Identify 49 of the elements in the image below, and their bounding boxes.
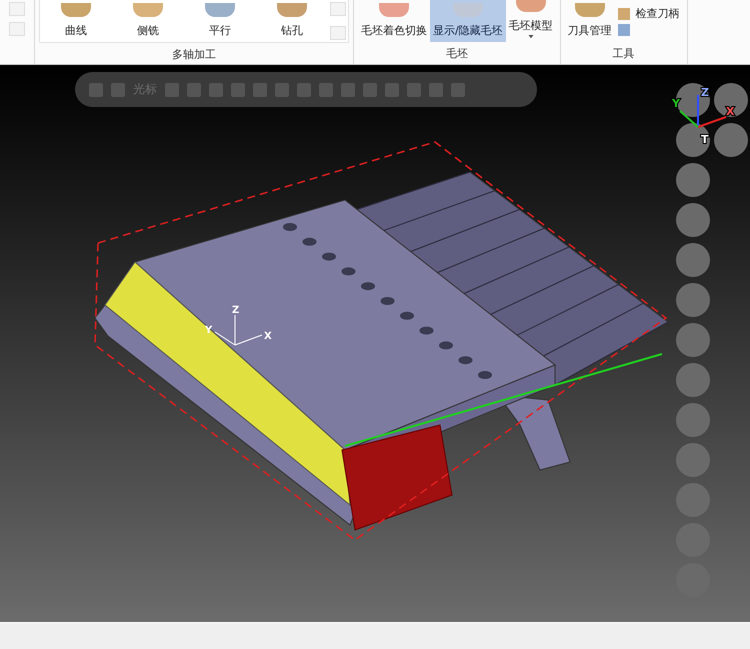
ribbon-button[interactable]: 钻孔 xyxy=(256,0,328,42)
scroll-down-icon[interactable] xyxy=(330,26,346,40)
toolbar-icon[interactable] xyxy=(187,82,201,96)
view-button[interactable] xyxy=(714,83,748,117)
tool-icon xyxy=(133,3,163,17)
scroll-down-icon[interactable] xyxy=(9,22,25,36)
tool-icon xyxy=(516,0,546,12)
toolbar-icon[interactable] xyxy=(451,82,465,96)
view-button[interactable] xyxy=(676,123,710,157)
tool-icon[interactable] xyxy=(618,8,630,20)
axis-label: Y xyxy=(205,325,212,336)
tool-icon xyxy=(574,3,605,17)
scroll-down-icon[interactable] xyxy=(9,2,25,16)
view-button[interactable] xyxy=(714,123,748,157)
toolbar-icon[interactable] xyxy=(407,82,421,96)
tool-icon[interactable] xyxy=(618,24,630,36)
toolbar-icon[interactable] xyxy=(363,82,377,96)
toolbar-icon[interactable] xyxy=(319,82,333,96)
toolbar-icon[interactable] xyxy=(89,82,103,96)
ribbon-button[interactable]: 平行 xyxy=(184,0,256,42)
toolbar-icon[interactable] xyxy=(165,82,179,96)
ribbon-button[interactable]: 毛坯着色切换 xyxy=(358,0,430,42)
tool-icon xyxy=(277,3,307,17)
tool-icon xyxy=(379,3,409,17)
toolbar-icon[interactable] xyxy=(253,82,267,96)
ribbon-button[interactable]: 显示/隐藏毛坯 xyxy=(430,0,506,42)
toolbar-icon[interactable] xyxy=(111,82,125,96)
ribbon-button[interactable]: 侧铣 xyxy=(112,0,184,42)
tool-icon xyxy=(205,3,235,17)
toolbar-icon[interactable] xyxy=(385,82,399,96)
toolbar-icon[interactable] xyxy=(297,82,311,96)
ribbon-button[interactable]: 毛坯模型 xyxy=(506,0,556,42)
toolbar-icon[interactable] xyxy=(209,82,223,96)
axis-triad-icon xyxy=(214,314,262,346)
axis-label: Z xyxy=(232,305,240,316)
ribbon-button[interactable]: 刀具管理 xyxy=(564,0,615,42)
tool-icon xyxy=(61,3,91,17)
toolbar-icon[interactable] xyxy=(231,82,245,96)
group-label: 多轴加工 xyxy=(172,47,216,62)
scroll-down-icon[interactable] xyxy=(330,2,346,16)
toolbar-icon[interactable] xyxy=(429,82,443,96)
ribbon-button[interactable]: 检查刀柄 xyxy=(632,0,683,42)
group-label: 毛坯 xyxy=(446,46,468,61)
axis-label: X xyxy=(264,331,272,342)
caret-icon xyxy=(528,34,534,38)
group-label: 工具 xyxy=(612,46,635,61)
toolbar-icon[interactable] xyxy=(275,82,289,96)
toolbar-icon[interactable] xyxy=(341,82,355,96)
ribbon-button[interactable]: 曲线 xyxy=(40,0,112,42)
